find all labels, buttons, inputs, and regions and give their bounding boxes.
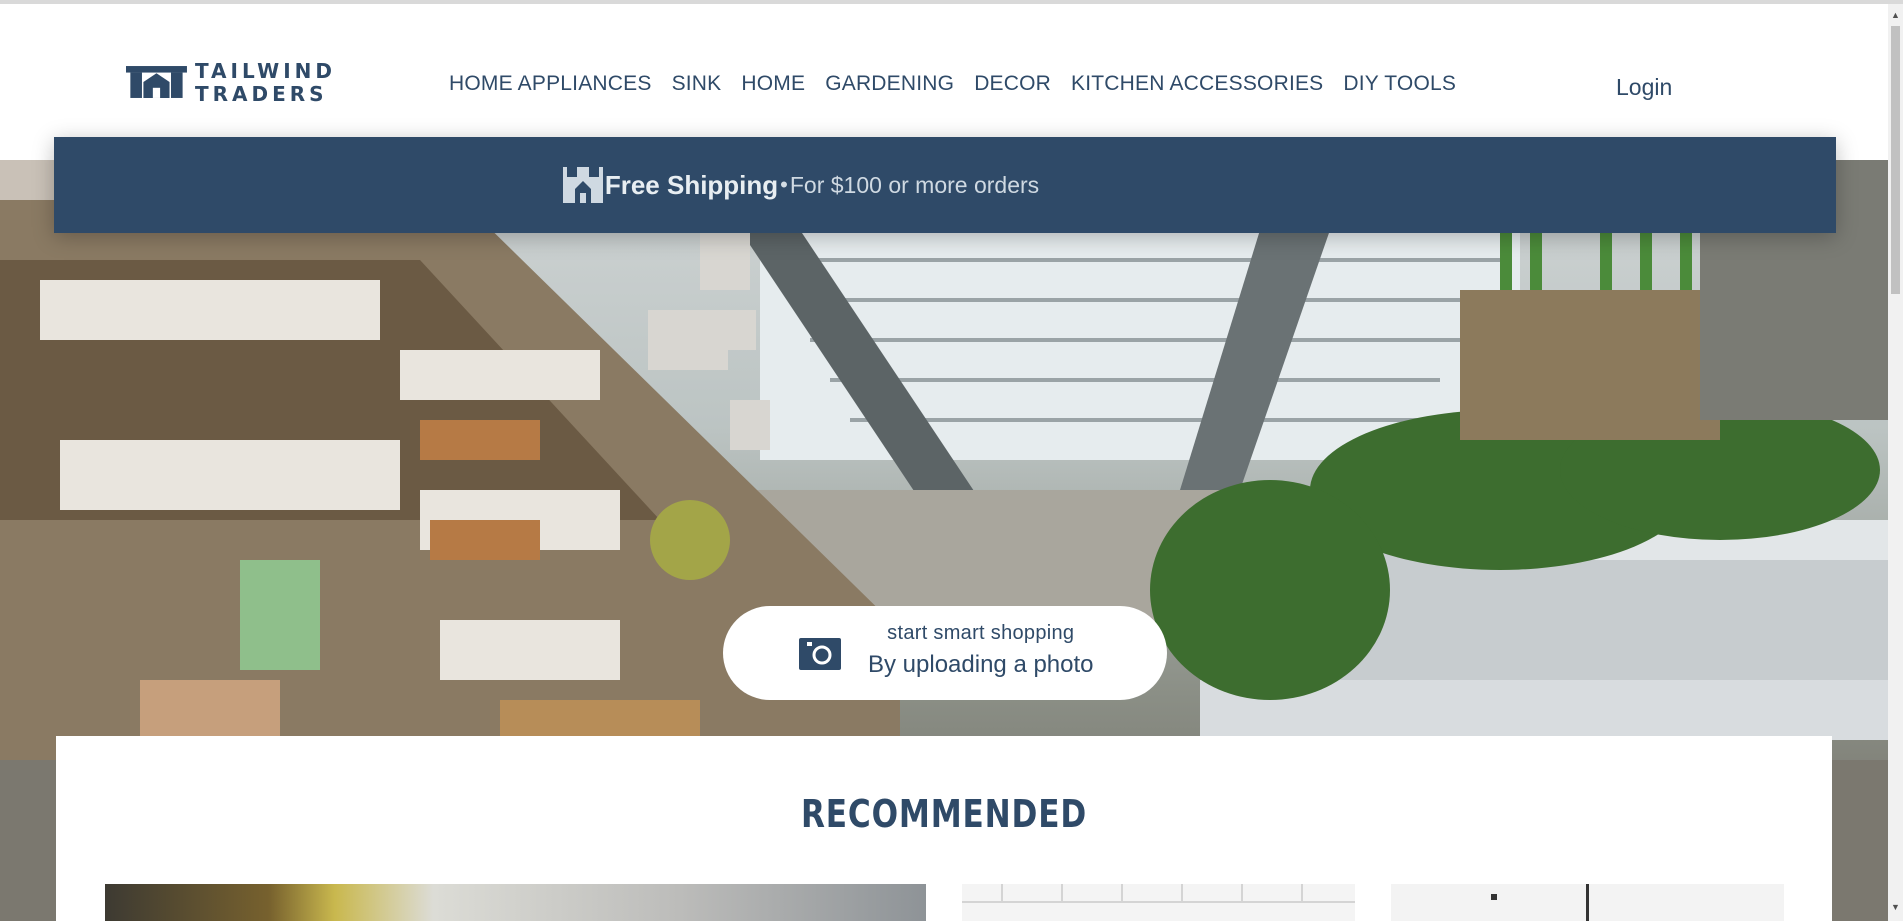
nav-item-gardening[interactable]: GARDENING — [825, 72, 954, 96]
nav-item-sink[interactable]: SINK — [672, 72, 722, 96]
scroll-thumb[interactable] — [1891, 26, 1900, 294]
recommended-card-2[interactable] — [962, 884, 1355, 921]
nav-item-home[interactable]: HOME — [741, 72, 805, 96]
brand-line-2: TRADERS — [194, 81, 328, 106]
upload-texts: start smart shopping By uploading a phot… — [868, 622, 1094, 679]
nav-item-home-appliances[interactable]: HOME APPLIANCES — [449, 72, 652, 96]
brand-logo[interactable]: TAILWIND TRADERS — [126, 57, 336, 107]
card-2-image — [962, 884, 1355, 903]
card-3-image — [1491, 884, 1589, 921]
brand-wordmark: TAILWIND TRADERS — [195, 61, 336, 104]
nav-item-diy-tools[interactable]: DIY TOOLS — [1343, 72, 1456, 96]
recommended-card-3[interactable] — [1391, 884, 1784, 921]
shipping-banner: Free Shipping • For $100 or more orders — [54, 137, 1836, 233]
warehouse-logo-icon — [126, 66, 187, 98]
recommended-card-1[interactable] — [105, 884, 926, 921]
shipping-description: For $100 or more orders — [789, 171, 1040, 198]
recommended-title: RECOMMENDED — [800, 792, 1088, 836]
upload-subtitle: start smart shopping — [887, 622, 1075, 644]
main-nav: HOME APPLIANCES SINK HOME GARDENING DECO… — [449, 72, 1456, 96]
camera-icon — [799, 638, 841, 670]
nav-item-decor[interactable]: DECOR — [974, 72, 1051, 96]
brand-line-1: TAILWIND — [194, 58, 336, 83]
page-scrollbar[interactable]: ▲ ▼ — [1888, 4, 1903, 921]
upload-title: By uploading a photo — [868, 651, 1094, 678]
scroll-up-arrow-icon[interactable]: ▲ — [1891, 10, 1900, 20]
warehouse-icon — [562, 167, 603, 203]
shipping-content: Free Shipping • For $100 or more orders — [561, 163, 1039, 207]
nav-item-kitchen-accessories[interactable]: KITCHEN ACCESSORIES — [1071, 72, 1323, 96]
upload-photo-button[interactable]: start smart shopping By uploading a phot… — [723, 606, 1167, 700]
scroll-down-arrow-icon[interactable]: ▼ — [1891, 902, 1900, 912]
shipping-separator: • — [780, 172, 788, 197]
shipping-title: Free Shipping — [604, 169, 779, 200]
login-link[interactable]: Login — [1616, 74, 1672, 101]
